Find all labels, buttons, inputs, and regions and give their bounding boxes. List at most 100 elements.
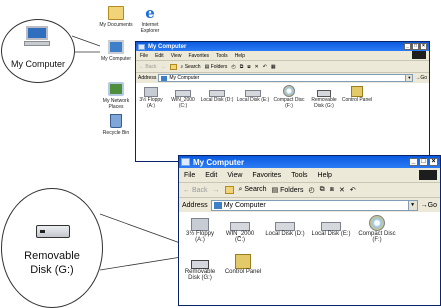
floppy-drive-icon xyxy=(191,218,209,231)
undo-icon[interactable]: ↶ xyxy=(350,186,356,194)
removable-disk-icon xyxy=(317,90,331,97)
drives-content-area: 3½ Floppy (A:) WIN_2000 (C:) Local Disk … xyxy=(179,212,440,305)
menu-help[interactable]: Help xyxy=(318,172,332,179)
drive-label: Control Panel xyxy=(341,97,373,103)
back-button[interactable]: ← Back xyxy=(139,64,157,70)
compact-disc-icon xyxy=(283,85,295,97)
address-input[interactable]: My Computer ▼ xyxy=(210,199,418,211)
window-title: My Computer xyxy=(148,43,187,50)
menu-favorites[interactable]: Favorites xyxy=(188,53,209,59)
drive-label: (F:) xyxy=(372,237,382,243)
drive-label: (A:) xyxy=(195,237,205,243)
menu-favorites[interactable]: Favorites xyxy=(252,172,281,179)
my-computer-window-small: My Computer _ □ × File Edit View Favorit… xyxy=(135,41,430,162)
copy-to-icon[interactable]: ⧈ xyxy=(330,186,334,194)
computer-icon xyxy=(181,158,190,166)
maximize-button[interactable]: □ xyxy=(419,158,428,166)
views-icon[interactable]: ▦ xyxy=(271,64,276,70)
address-input[interactable]: My Computer ▼ xyxy=(158,74,414,82)
menu-tools[interactable]: Tools xyxy=(216,53,228,59)
drive-item[interactable]: 3½ Floppy (A:) xyxy=(136,87,166,109)
drive-item[interactable]: Control Panel xyxy=(340,86,374,103)
drive-label: (C:) xyxy=(178,103,188,109)
history-icon[interactable]: ◴ xyxy=(308,186,314,194)
menu-view[interactable]: View xyxy=(171,53,182,59)
close-button[interactable]: × xyxy=(420,43,427,50)
address-label: Address xyxy=(138,75,157,81)
callout-removable-disk: Removable Disk (G:) xyxy=(1,188,103,308)
copy-to-icon[interactable]: ⧈ xyxy=(247,64,250,70)
callout-label-line2: Disk (G:) xyxy=(30,264,74,276)
address-dropdown-button[interactable]: ▼ xyxy=(407,200,417,210)
my-computer-window-large: My Computer _ □ × File Edit View Favorit… xyxy=(178,155,441,306)
toolbar: ← Back → ⌕ Search ▤ Folders ◴ ⧉ ⧈ ✕ ↶ xyxy=(179,183,440,198)
address-value: My Computer xyxy=(169,75,200,81)
menu-file[interactable]: File xyxy=(184,172,195,179)
drive-item[interactable]: Removable Disk (G:) xyxy=(181,256,219,281)
drive-item[interactable]: Local Disk (D:) xyxy=(263,218,307,237)
go-button[interactable]: →Go xyxy=(421,202,437,209)
minimize-button[interactable]: _ xyxy=(409,158,418,166)
folders-button[interactable]: ▤ Folders xyxy=(272,186,304,194)
drive-item[interactable]: Control Panel xyxy=(221,254,265,275)
address-value: My Computer xyxy=(223,201,266,209)
forward-button[interactable]: → xyxy=(161,64,166,70)
computer-icon xyxy=(24,26,50,46)
windows-logo-icon xyxy=(412,51,426,59)
menu-help[interactable]: Help xyxy=(235,53,245,59)
callout-label: My Computer xyxy=(10,59,65,69)
drive-label: Disk (G:) xyxy=(188,275,212,281)
drive-item[interactable]: Compact Disc (F:) xyxy=(272,85,306,109)
compact-disc-icon xyxy=(369,215,385,231)
folders-button[interactable]: ▤ Folders xyxy=(205,64,228,70)
forward-button[interactable]: → xyxy=(213,187,220,194)
menu-tools[interactable]: Tools xyxy=(291,172,307,179)
hard-disk-icon xyxy=(321,222,341,231)
menu-edit[interactable]: Edit xyxy=(155,53,164,59)
delete-icon[interactable]: ✕ xyxy=(255,64,259,70)
drive-item[interactable]: WIN_2000 (C:) xyxy=(168,87,198,109)
title-bar[interactable]: My Computer _ □ × xyxy=(179,156,440,168)
drive-item[interactable]: 3½ Floppy (A:) xyxy=(181,218,219,243)
back-button[interactable]: ← Back xyxy=(183,187,208,194)
hard-disk-icon xyxy=(209,90,225,97)
move-to-icon[interactable]: ⧉ xyxy=(240,64,244,70)
delete-icon[interactable]: ✕ xyxy=(339,186,345,194)
drive-item[interactable]: WIN_2000 (C:) xyxy=(221,218,259,243)
window-title: My Computer xyxy=(193,157,245,167)
drive-label: Control Panel xyxy=(224,269,262,275)
maximize-button[interactable]: □ xyxy=(412,43,419,50)
up-folder-icon[interactable] xyxy=(224,186,234,194)
drive-label: Local Disk (E:) xyxy=(236,97,270,103)
callout-my-computer: My Computer xyxy=(1,19,75,83)
hard-disk-icon xyxy=(230,222,250,231)
menu-edit[interactable]: Edit xyxy=(205,172,217,179)
removable-disk-icon xyxy=(36,225,70,238)
go-button[interactable]: →Go xyxy=(415,75,427,81)
drive-label: (C:) xyxy=(235,237,245,243)
drive-item[interactable]: Local Disk (D:) xyxy=(200,87,234,103)
removable-disk-icon xyxy=(191,260,209,269)
undo-icon[interactable]: ↶ xyxy=(263,64,267,70)
search-button[interactable]: ⌕ Search xyxy=(181,64,201,70)
move-to-icon[interactable]: ⧉ xyxy=(320,186,325,194)
drive-item[interactable]: Compact Disc (F:) xyxy=(355,215,399,243)
title-bar[interactable]: My Computer _ □ × xyxy=(136,42,429,51)
search-button[interactable]: ⌕ Search xyxy=(239,186,267,194)
drive-item[interactable]: Removable Disk (G:) xyxy=(308,87,340,109)
hard-disk-icon xyxy=(245,90,261,97)
control-panel-icon xyxy=(351,86,363,97)
menu-file[interactable]: File xyxy=(140,53,148,59)
menu-view[interactable]: View xyxy=(227,172,242,179)
drive-item[interactable]: Local Disk (E:) xyxy=(236,87,270,103)
hard-disk-icon xyxy=(275,222,295,231)
close-button[interactable]: × xyxy=(429,158,438,166)
up-folder-icon[interactable] xyxy=(169,63,177,70)
drive-label: Disk (G:) xyxy=(314,103,334,109)
minimize-button[interactable]: _ xyxy=(404,43,411,50)
drive-item[interactable]: Local Disk (E:) xyxy=(309,218,353,237)
history-icon[interactable]: ◴ xyxy=(231,64,235,70)
address-label: Address xyxy=(182,201,208,209)
drive-label: (A:) xyxy=(146,103,156,109)
address-dropdown-button[interactable]: ▼ xyxy=(405,75,413,81)
